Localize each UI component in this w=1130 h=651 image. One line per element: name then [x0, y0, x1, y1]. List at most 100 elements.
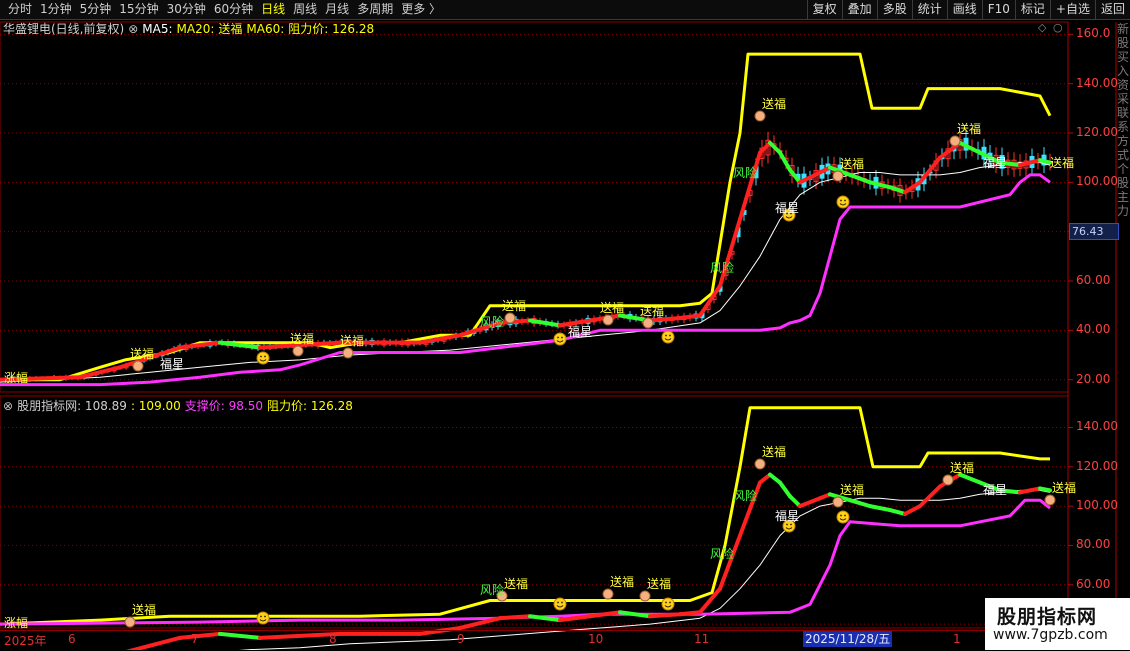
sub-trend-segment: [788, 494, 802, 509]
date-axis: 2025年 6 7 8 9 10 11 1: [0, 630, 1070, 651]
main-axis-label: 160.0: [1076, 26, 1111, 41]
gift-hand-icon: [504, 312, 516, 324]
current-price-tag: 76.43: [1069, 223, 1119, 240]
side-info-text[interactable]: 新股买入资采联系方式个股主力: [1117, 22, 1130, 392]
songfu-label: 送福: [132, 602, 156, 617]
beginning-label: 涨幅: [4, 370, 28, 385]
main-axis-label: 100.00: [1076, 174, 1118, 189]
sub-trend-segment: [678, 610, 702, 617]
smile-icon: [836, 510, 850, 524]
gift-hand-icon: [1044, 494, 1056, 506]
resist-line: [0, 52, 1052, 382]
signal-marks: 送福送福送福送福送福 送福 送福送福送福福星福星福星福星风险风险风险送福送福送福送福…: [4, 96, 1076, 630]
main-axis-label: 20.00: [1076, 371, 1111, 386]
date-label: 2025年: [4, 634, 47, 648]
fuxing-label: 福星: [775, 200, 799, 215]
gift-hand-icon: [292, 345, 304, 357]
gift-hand-icon: [832, 170, 844, 182]
ma60-line: [0, 162, 1051, 383]
date-label: 1: [953, 632, 961, 646]
trend-segment: [888, 185, 907, 195]
smile-icon: [256, 351, 270, 365]
sub-trend-segment: [1038, 486, 1052, 493]
songfu-label: 送福: [957, 121, 981, 136]
trend-segment: [868, 180, 892, 190]
gift-hand-icon: [602, 314, 614, 326]
sub-axis-label: 60.00: [1076, 576, 1111, 591]
sub-trend-segment: [1018, 486, 1042, 495]
smile-icon: [553, 332, 567, 346]
trend-segment: [648, 316, 682, 323]
smile-icon: [553, 597, 567, 611]
beginning-label: 涨幅: [4, 615, 28, 630]
songfu-label: 送福: [762, 96, 786, 111]
songfu-label: 送福: [840, 482, 864, 497]
songfu-label: 送福: [290, 331, 314, 346]
songfu-label: 送福: [950, 460, 974, 475]
sub-trend-segment: [718, 533, 742, 591]
sub-axis-label: 140.00: [1076, 419, 1118, 434]
fengxian-label: 风险: [710, 260, 734, 275]
gift-hand-icon: [832, 496, 844, 508]
date-label: 10: [588, 632, 604, 646]
songfu-label: 送福: [600, 300, 624, 315]
trend-segment: [148, 345, 182, 360]
watermark-title: 股朋指标网: [997, 606, 1098, 628]
songfu-label: 送福: [504, 576, 528, 591]
fuxing-label: 福星: [983, 482, 1007, 497]
smile-icon: [836, 195, 850, 209]
sub-axis-label: 100.00: [1076, 498, 1118, 513]
gift-hand-icon: [754, 458, 766, 470]
sub-trend-segment: [958, 472, 982, 485]
main-axis-label: 60.00: [1076, 273, 1111, 287]
trend-segment: [678, 313, 702, 320]
songfu-label: 送福: [762, 444, 786, 459]
songfu-label: 送福: [640, 303, 664, 318]
songfu-label: 送福: [130, 346, 154, 361]
main-axis-label: 120.00: [1076, 125, 1118, 139]
sub-ma-line: [238, 489, 1051, 650]
songfu-label: 送福: [502, 298, 526, 313]
gift-hand-icon: [949, 135, 961, 147]
trend-segment: [1038, 158, 1052, 165]
main-axis-label: 140.00: [1076, 75, 1118, 90]
fengxian-label: 风险: [733, 165, 757, 180]
trend-segment: [848, 172, 872, 185]
smile-icon: [661, 330, 675, 344]
fengxian-label: 风险: [733, 488, 757, 503]
date-label: 9: [457, 632, 465, 646]
songfu-label: 送福: [610, 574, 634, 589]
sub-trend-segment: [778, 480, 792, 499]
gift-hand-icon: [602, 588, 614, 600]
sub-trend-segment: [868, 504, 892, 513]
sub-trend-segment: [848, 498, 872, 509]
gift-hand-icon: [642, 317, 654, 329]
kline-chart[interactable]: 送福送福送福送福送福 送福 送福送福送福福星福星福星福星风险风险风险送福送福送福送福…: [0, 0, 1130, 650]
gift-hand-icon: [124, 616, 136, 628]
sub-resist-line: [0, 406, 1050, 626]
gift-hand-icon: [754, 110, 766, 122]
sub-trend-segment: [903, 504, 922, 516]
smile-icon: [256, 611, 270, 625]
songfu-label: 送福: [647, 576, 671, 591]
gift-hand-icon: [942, 474, 954, 486]
trend-segment: [738, 150, 762, 222]
sub-trend-segment: [498, 614, 532, 621]
gift-hand-icon: [639, 590, 651, 602]
sub-trend-segment: [918, 484, 942, 509]
indicator-lines: [0, 52, 1052, 650]
trend-segment: [1018, 158, 1042, 168]
sub-axis-label: 80.00: [1076, 537, 1111, 552]
gift-hand-icon: [132, 360, 144, 372]
sub-axis-label: 120.00: [1076, 458, 1118, 473]
sub-trend-segment: [648, 612, 682, 619]
fuxing-label: 福星: [568, 324, 592, 339]
songfu-label: 送福: [1052, 480, 1076, 495]
songfu-label: 送福: [340, 333, 364, 348]
songfu-label: 送福: [840, 156, 864, 171]
fuxing-label: 福星: [775, 508, 799, 523]
main-axis-label: 40.00: [1076, 322, 1111, 337]
watermark-url: www.7gpzb.com: [993, 627, 1108, 643]
fengxian-label: 风险: [710, 546, 734, 561]
trend-segment: [958, 140, 982, 155]
